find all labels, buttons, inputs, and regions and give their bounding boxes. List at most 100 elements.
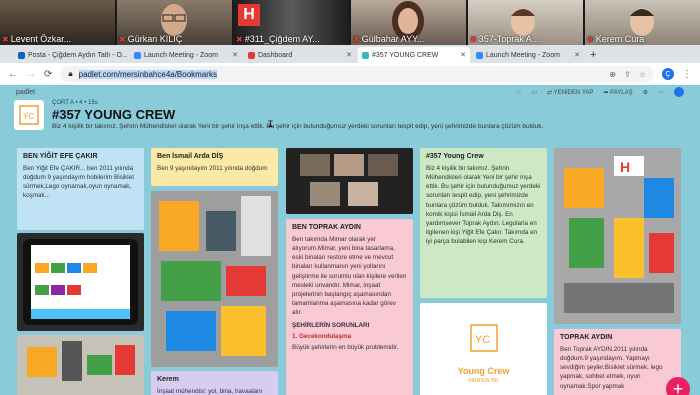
- svg-text:H: H: [620, 159, 630, 175]
- new-tab-button[interactable]: +: [586, 47, 602, 63]
- zoom-icon: [134, 51, 141, 59]
- padlet-brand[interactable]: padlet: [16, 89, 35, 96]
- svg-text:YC: YC: [23, 112, 34, 121]
- lock-icon: 🔒︎: [68, 69, 73, 78]
- browser-tab-active[interactable]: #357 YOUNG CREW ✕: [358, 47, 470, 63]
- participant-tile[interactable]: ✖ Gülbahar AYY...: [351, 0, 466, 45]
- browser-tab[interactable]: Posta - Çiğdem Aydın Tatlı - O...✕: [14, 47, 128, 63]
- logo-mark: YC: [475, 334, 490, 346]
- settings-icon[interactable]: ⚙: [643, 89, 648, 96]
- post-subheading: ŞEHİRLERİN SORUNLARI: [292, 322, 370, 330]
- post-title: BEN YİĞİT EFE ÇAKIR: [23, 153, 98, 160]
- heart-icon[interactable]: ♡: [516, 89, 521, 96]
- post-card[interactable]: TOPRAK AYDIN Ben Toprak AYDIN.2011 yılın…: [554, 329, 681, 395]
- post-image[interactable]: [17, 335, 144, 395]
- post-title: #357 Young Crew: [426, 153, 484, 160]
- post-body: Ben takımda Mimar olarak yer alıyorum.Mi…: [292, 236, 407, 316]
- mic-muted-icon: ✖: [470, 34, 477, 44]
- close-icon[interactable]: ✕: [346, 51, 352, 59]
- participant-name: #311_Çiğdem AY...: [244, 34, 320, 44]
- reload-icon[interactable]: ⟳: [44, 69, 52, 80]
- menu-icon[interactable]: ⋮: [682, 69, 692, 80]
- zoom-icon: [476, 51, 483, 59]
- zoom-screenshot-image: [286, 148, 413, 214]
- tab-label: Launch Meeting - Zoom: [486, 51, 560, 59]
- tablet-coding-image: [23, 239, 138, 325]
- mic-muted-icon: ✖: [2, 34, 9, 44]
- post-image[interactable]: [17, 233, 144, 331]
- participant-tile[interactable]: ✖ Kerem Cura: [585, 0, 700, 45]
- participant-tile[interactable]: ✖ Levent Özkar...: [0, 0, 115, 45]
- tab-label: #357 YOUNG CREW: [372, 51, 439, 59]
- post-title: Ben İsmail Arda DİŞ: [157, 153, 224, 160]
- logo-icon: H: [238, 4, 260, 26]
- star-icon[interactable]: ☆: [639, 70, 646, 79]
- padlet-topbar: padlet ♡ ▭ ⇄ YENİDEN YAP ➦ PAYLAŞ ⚙ ⋯: [0, 85, 700, 99]
- lego-build-image: [17, 335, 144, 395]
- forward-icon[interactable]: →: [26, 69, 36, 80]
- browser-tab[interactable]: Dashboard ✕: [244, 47, 356, 63]
- close-icon[interactable]: ✕: [232, 51, 238, 59]
- browser-toolbar: ← → ⟳ 🔒︎ padlet.com/mersinbahce4a/Bookma…: [0, 63, 700, 85]
- share-button[interactable]: ➦ PAYLAŞ: [603, 89, 632, 96]
- address-bar[interactable]: 🔒︎ padlet.com/mersinbahce4a/Bookmarks ⊕ ⇪…: [60, 66, 654, 82]
- post-body: Ben Yiğit Efe ÇAKIR... ben 2011 yılında …: [23, 165, 134, 200]
- user-avatar[interactable]: [674, 87, 684, 97]
- more-icon[interactable]: ⋯: [658, 89, 664, 96]
- browser-tab[interactable]: Launch Meeting - Zoom ✕: [130, 47, 242, 63]
- padlet-board: padlet ♡ ▭ ⇄ YENİDEN YAP ➦ PAYLAŞ ⚙ ⋯ YC…: [0, 85, 700, 395]
- outlook-icon: [18, 51, 25, 59]
- close-icon[interactable]: ✕: [460, 51, 466, 59]
- post-body: Biz 4 kişilik bir takımız. Şehrin Mühend…: [426, 165, 541, 245]
- post-image[interactable]: [286, 148, 413, 214]
- close-icon[interactable]: ✕: [574, 51, 580, 59]
- post-title: TOPRAK AYDIN: [560, 334, 613, 341]
- mic-muted-icon: ✖: [587, 34, 594, 44]
- post-image[interactable]: YC Young Crew MERSİN BK: [420, 303, 547, 395]
- post-card[interactable]: Kerem İnşaat mühendisi: yol, bina, havaa…: [151, 371, 278, 395]
- tab-label: Posta - Çiğdem Aydın Tatlı - O...: [28, 51, 128, 59]
- participant-tile[interactable]: ✖ Gürkan KILIÇ: [117, 0, 232, 45]
- browser-chrome: Posta - Çiğdem Aydın Tatlı - O...✕ Launc…: [0, 45, 700, 85]
- zoom-participant-strip: ✖ Levent Özkar... ✖ Gürkan KILIÇ H ✖ #311_Ç…: [0, 0, 700, 45]
- participant-name: Kerem Cura: [595, 34, 645, 44]
- text-cursor-icon: Ɪ: [268, 119, 274, 129]
- post-image[interactable]: [151, 191, 278, 367]
- post-title: Kerem: [157, 376, 179, 383]
- participant-name: Gürkan KILIÇ: [127, 34, 183, 44]
- mic-muted-icon: ✖: [119, 34, 126, 44]
- post-image[interactable]: H: [554, 148, 681, 324]
- post-body: İnşaat mühendisi: yol, bina, havaalanı: [157, 388, 263, 395]
- browser-tab[interactable]: Launch Meeting - Zoom ✕: [472, 47, 584, 63]
- post-body: Ben Toprak AYDIN.2011 yılında doğdum.9 y…: [560, 346, 663, 390]
- participant-tile[interactable]: H ✖ #311_Çiğdem AY...: [234, 0, 349, 45]
- zoom-lens-icon[interactable]: ⊕: [609, 70, 616, 79]
- url-text: padlet.com/mersinbahce4a/Bookmarks: [78, 69, 217, 79]
- post-card[interactable]: BEN TOPRAK AYDIN Ben takımda Mimar olara…: [286, 219, 413, 395]
- yc-logo-icon: YC: [19, 105, 39, 125]
- post-card[interactable]: BEN YİĞİT EFE ÇAKIR Ben Yiğit Efe ÇAKIR.…: [17, 148, 144, 230]
- remake-button[interactable]: ⇄ YENİDEN YAP: [547, 89, 593, 96]
- post-card[interactable]: Ben İsmail Arda DİŞ Ben 9 yaşındayım 201…: [151, 148, 278, 186]
- padlet-description: Biz 4 kişilik bir takımız. Şehrin Mühend…: [52, 123, 544, 130]
- share-icon[interactable]: ⇪: [624, 70, 631, 79]
- padlet-title: #357 YOUNG CREW: [52, 107, 176, 122]
- comment-icon[interactable]: ▭: [531, 89, 537, 96]
- padlet-icon: [362, 51, 369, 59]
- padlet-meta: ÇORT A • 4 • 15s: [52, 100, 98, 106]
- back-icon[interactable]: ←: [8, 69, 18, 80]
- profile-avatar[interactable]: Ç: [662, 68, 674, 80]
- padlet-cover-image: YC: [14, 100, 44, 130]
- tab-label: Launch Meeting - Zoom: [144, 51, 218, 59]
- dashboard-icon: [248, 51, 255, 59]
- tab-label: Dashboard: [258, 51, 293, 59]
- add-post-button[interactable]: +: [666, 377, 690, 395]
- post-card[interactable]: #357 Young Crew Biz 4 kişilik bir takımı…: [420, 148, 547, 298]
- participant-name: Gülbahar AYY...: [361, 34, 425, 44]
- lego-city-image: [151, 191, 278, 367]
- tab-strip: Posta - Çiğdem Aydın Tatlı - O...✕ Launc…: [0, 45, 700, 63]
- participant-name: 357-Toprak A...: [478, 34, 540, 44]
- participant-tile[interactable]: ✖ 357-Toprak A...: [468, 0, 583, 45]
- lego-city-image: H: [554, 148, 681, 324]
- participant-name: Levent Özkar...: [10, 34, 72, 44]
